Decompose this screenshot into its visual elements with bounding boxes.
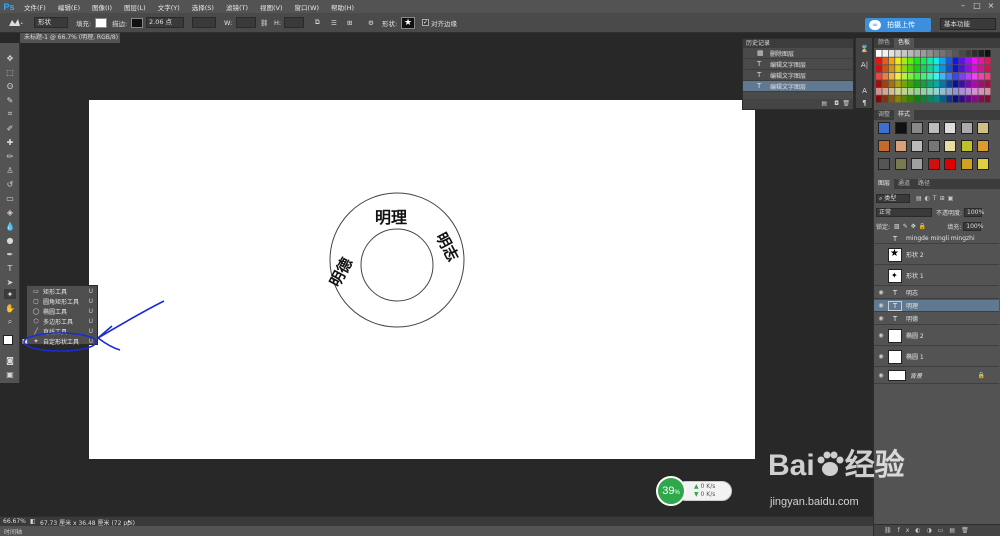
download-speed: ▼ 0 K/s (694, 491, 716, 498)
annotation-ellipse (23, 332, 97, 352)
annotation-arrowhead (97, 325, 121, 351)
timeline-label[interactable]: 时间轴 (4, 527, 22, 536)
status-menu-arrow-icon[interactable]: ▸ (128, 518, 131, 525)
status-bar: 66.67% ◧ 67.73 厘米 x 36.48 厘米 (72 ppi) ▸ (0, 516, 873, 527)
upload-speed: ▲ 0 K/s (694, 483, 716, 490)
baidu-watermark: Bai 经验 jingyan.baidu.com (760, 432, 960, 512)
status-icon: ◧ (30, 518, 36, 525)
timeline-bar: 时间轴 (0, 526, 873, 536)
paw-icon (815, 449, 845, 479)
watermark-logo: Bai 经验 (768, 449, 905, 482)
network-speed-widget[interactable]: 39% ▲ 0 K/s ▼ 0 K/s (656, 476, 732, 506)
watermark-url: jingyan.baidu.com (770, 496, 859, 508)
network-usage-badge: 39% (656, 476, 686, 506)
annotation-arrow (97, 300, 165, 339)
up-arrow-icon: ▲ (694, 483, 699, 490)
down-arrow-icon: ▼ (694, 491, 699, 498)
zoom-level[interactable]: 66.67% (3, 518, 26, 525)
